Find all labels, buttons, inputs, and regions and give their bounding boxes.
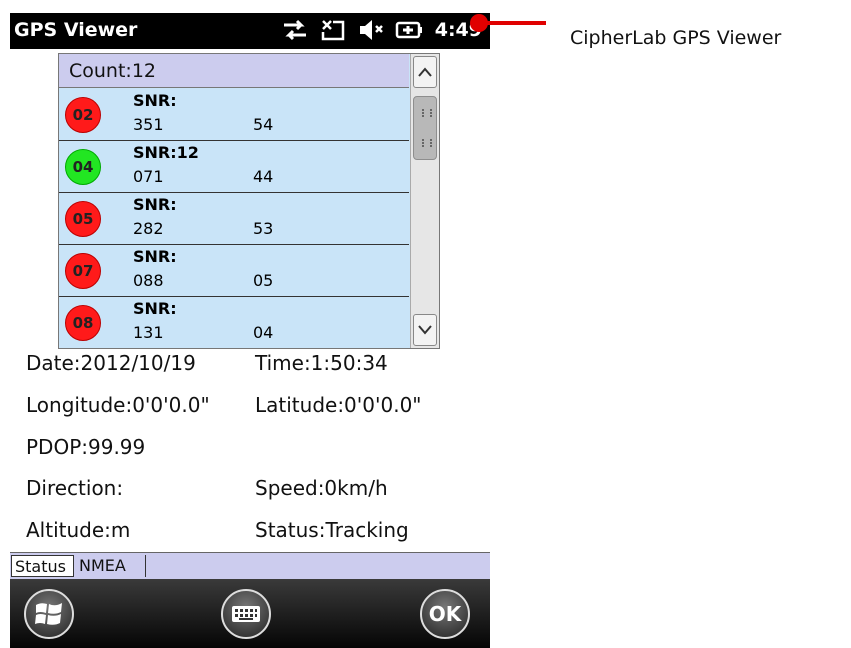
snr-label: SNR:: [133, 91, 177, 110]
elevation-value: 05: [253, 271, 274, 290]
latitude-field: Latitude:0'0'0.0": [255, 393, 422, 417]
grip-icon: [422, 139, 432, 147]
snr-label: SNR:: [133, 195, 177, 214]
date-field: Date:2012/10/19: [26, 351, 196, 375]
satellite-badge: 08: [65, 305, 101, 341]
speed-field: Speed:0km/h: [255, 476, 388, 500]
device-screen: GPS Viewer 4:49 Count:12 02 SNR: 351 54 …: [10, 13, 490, 648]
elevation-value: 54: [253, 115, 274, 134]
battery-charging-icon[interactable]: [395, 17, 423, 43]
azimuth-value: 282: [133, 219, 164, 238]
elevation-value: 53: [253, 219, 274, 238]
ok-button[interactable]: OK: [420, 589, 470, 639]
tab-bar: Status NMEA: [10, 552, 490, 579]
app-title: GPS Viewer: [14, 19, 138, 41]
chevron-down-icon: [418, 325, 432, 335]
satellite-row[interactable]: 04 SNR:12 071 44: [59, 141, 409, 193]
windows-start-icon: [35, 603, 62, 625]
satellite-row[interactable]: 02 SNR: 351 54: [59, 89, 409, 141]
satellite-row[interactable]: 05 SNR: 282 53: [59, 193, 409, 245]
satellite-badge: 05: [65, 201, 101, 237]
altitude-field: Altitude:m: [26, 518, 131, 542]
elevation-value: 04: [253, 323, 274, 342]
snr-label: SNR:: [133, 299, 177, 318]
no-signal-icon[interactable]: [319, 17, 347, 43]
satellite-row[interactable]: 08 SNR: 131 04: [59, 297, 409, 348]
status-field: Status:Tracking: [255, 518, 409, 542]
tab-status[interactable]: Status: [11, 555, 74, 577]
scroll-up-button[interactable]: [413, 56, 437, 88]
grip-icon: [422, 109, 432, 117]
title-bar: GPS Viewer 4:49: [10, 13, 490, 49]
scroll-thumb[interactable]: [413, 96, 437, 160]
azimuth-value: 131: [133, 323, 164, 342]
volume-muted-icon[interactable]: [357, 17, 385, 43]
tab-nmea[interactable]: NMEA: [76, 555, 146, 577]
direction-field: Direction:: [26, 476, 124, 500]
azimuth-value: 071: [133, 167, 164, 186]
annotation-line: [480, 21, 546, 25]
pdop-field: PDOP:99.99: [26, 435, 146, 459]
azimuth-value: 088: [133, 271, 164, 290]
satellite-badge: 04: [65, 149, 101, 185]
satellite-badge: 07: [65, 253, 101, 289]
satellite-rows: 02 SNR: 351 54 04 SNR:12 071 44 05 SNR: …: [59, 89, 409, 348]
status-icons: 4:49: [281, 17, 482, 43]
azimuth-value: 351: [133, 115, 164, 134]
vertical-scrollbar[interactable]: [410, 54, 439, 348]
satellite-count: Count:12: [59, 54, 409, 88]
snr-label: SNR:: [133, 247, 177, 266]
keyboard-icon: [232, 606, 260, 622]
chevron-up-icon: [418, 67, 432, 77]
softkey-bar: OK: [10, 579, 490, 648]
satellite-list[interactable]: Count:12 02 SNR: 351 54 04 SNR:12 071 44…: [58, 53, 440, 349]
elevation-value: 44: [253, 167, 274, 186]
satellite-row[interactable]: 07 SNR: 088 05: [59, 245, 409, 297]
scroll-down-button[interactable]: [413, 314, 437, 346]
data-transfer-icon[interactable]: [281, 17, 309, 43]
longitude-field: Longitude:0'0'0.0": [26, 393, 210, 417]
snr-label: SNR:12: [133, 143, 199, 162]
satellite-badge: 02: [65, 97, 101, 133]
keyboard-button[interactable]: [221, 589, 271, 639]
time-field: Time:1:50:34: [255, 351, 388, 375]
start-button[interactable]: [24, 589, 74, 639]
annotation-label: CipherLab GPS Viewer: [570, 27, 782, 49]
